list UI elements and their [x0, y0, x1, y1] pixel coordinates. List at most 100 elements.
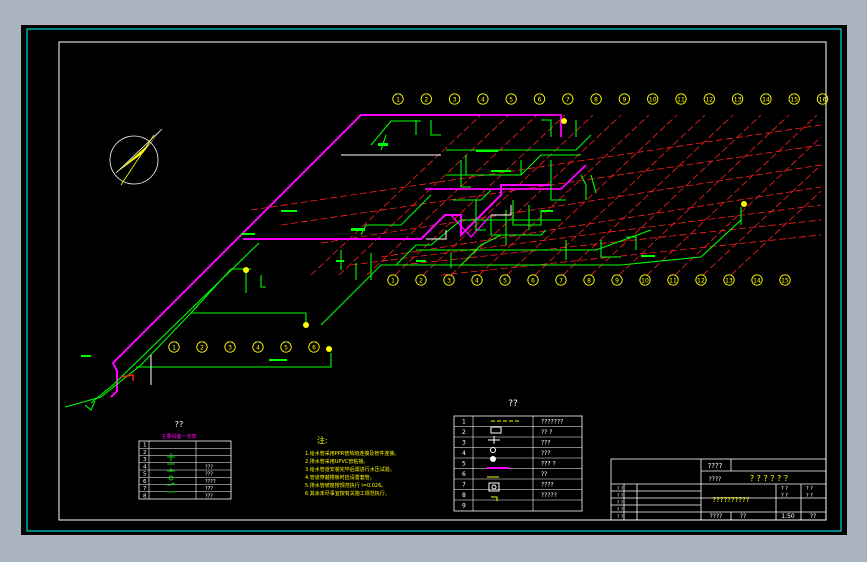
bottom-axis-bubble: 8	[583, 274, 595, 286]
equipment-row-no: 1	[143, 443, 147, 449]
symbol-row-desc: ??? ?	[541, 461, 556, 468]
bottom-axis-bubble-label: 1	[391, 278, 395, 285]
symbol-row-no: 9	[462, 503, 466, 510]
top-axis-bubble-label: 8	[594, 97, 598, 104]
top-axis-bubble-label: 7	[566, 97, 570, 104]
bottom-axis-bubble: 6	[527, 274, 539, 286]
axis-line-diagonal	[366, 114, 538, 276]
notes-title: 注:	[317, 435, 328, 445]
top-axis-bubble-label: 3	[453, 97, 457, 104]
axis-line-diagonal	[450, 114, 622, 276]
drawing-sheet: 1 2 3 4 5 6 7 8 9 10 11 12 13 14 15 16 1 2 3 4 5 6 7 8 9 10 11 12 1…	[21, 25, 847, 535]
symbol-row-desc: ??	[541, 471, 547, 478]
title-block-small: ? ?	[781, 486, 788, 492]
equipment-row-no: 7	[143, 486, 147, 492]
axis-line-diagonal	[422, 114, 594, 276]
lower-axis-bubble-label: 2	[200, 345, 204, 352]
note-line: 3.给水管道安装完毕后需进行水压试验。	[305, 466, 395, 473]
lower-axis-bubble: 3	[224, 341, 236, 353]
title-block-row-label: ? ?	[617, 493, 624, 499]
top-axis-bubble: 15	[788, 93, 800, 105]
top-axis-bubble: 4	[477, 93, 489, 105]
branch-magenta-3	[481, 114, 562, 137]
top-axis-bubble-label: 10	[649, 97, 657, 104]
axis-line-row	[440, 234, 822, 276]
title-block-row-label: ? ?	[617, 500, 624, 506]
symbol-row-desc: ????	[541, 482, 554, 489]
drawing-name: ??????????	[712, 496, 749, 504]
bottom-axis-bubble: 7	[555, 274, 567, 286]
bottom-axis-bubble: 12	[695, 274, 707, 286]
axis-line-row	[350, 204, 822, 266]
lower-axis-bubble-label: 1	[172, 345, 176, 352]
lower-axis-bubble: 1	[168, 341, 180, 353]
equipment-row-name: ???	[205, 486, 213, 492]
title-block-row-label: ? ?	[617, 486, 624, 492]
drawing-label: ????	[709, 476, 722, 483]
lower-axis-bubble-label: 6	[312, 345, 316, 352]
top-axis-bubble: 1	[392, 93, 404, 105]
bottom-axis-bubble-label: 13	[725, 278, 733, 285]
project-name: ? ? ? ? ? ?	[750, 474, 788, 483]
lower-axis-bubbles: 1 2 3 4 5 6	[168, 341, 320, 353]
top-axis-bubble-label: 12	[705, 97, 713, 104]
equipment-row-name: ???	[205, 493, 213, 499]
bottom-axis-bubble-label: 12	[697, 278, 705, 285]
symbol-row-desc: ?????	[541, 492, 557, 499]
bottom-axis-bubble: 10	[639, 274, 651, 286]
top-axis-bubble: 9	[618, 93, 631, 105]
axis-line-diagonal	[534, 114, 706, 276]
equipment-row-no: 3	[143, 457, 147, 463]
bottom-axis-bubble: 1	[387, 274, 399, 286]
axis-line-row	[250, 124, 822, 211]
note-line: 2.排水管采用UPVC管粘接。	[305, 458, 368, 465]
symbol-row-desc: ?? ?	[541, 429, 552, 436]
lower-axis-bubble: 2	[196, 341, 208, 353]
symbol-row-no: 4	[462, 450, 466, 457]
symbol-row-no: 6	[462, 471, 466, 478]
bottom-axis-bubble-label: 5	[503, 278, 507, 285]
top-axis-bubble: 3	[448, 93, 461, 105]
bottom-axis-bubble: 2	[415, 274, 427, 286]
top-axis-bubble: 7	[562, 93, 574, 105]
axis-line-diagonal	[674, 136, 822, 276]
bottom-axis-bubble-label: 2	[419, 278, 423, 285]
symbol-row-no: 2	[462, 429, 466, 436]
equipment-legend-subtitle: 主要设备一览表	[161, 433, 196, 440]
equipment-row-no: 2	[143, 450, 147, 456]
symbol-row-no: 8	[462, 492, 466, 499]
main-riser-magenta	[110, 114, 481, 398]
axis-line-row	[400, 219, 822, 266]
equipment-row-no: 4	[143, 464, 147, 470]
top-axis-bubble-label: 2	[424, 97, 428, 104]
symbol-row-no: 1	[462, 419, 466, 426]
bottom-axis-bubble: 13	[723, 274, 735, 286]
equipment-row-no: 6	[143, 479, 147, 485]
note-line: 6.其余未尽事宜按有关施工规范执行。	[305, 490, 390, 497]
note-line: 1.给水管采用PPR管热熔连接及管件连接。	[305, 450, 399, 457]
pipe-system	[64, 114, 747, 411]
top-axis-bubble-label: 16	[819, 97, 827, 104]
lower-axis-bubble: 4	[252, 341, 264, 353]
bottom-axis-bubble-label: 8	[587, 278, 591, 285]
symbol-row-no: 5	[462, 461, 466, 468]
equipment-symbols	[167, 453, 176, 493]
equipment-legend: ?? 主要设备一览表 1234 ??? 5 ??? 6 ???? 7 ??? 8???	[138, 420, 232, 500]
axis-line-diagonal	[618, 114, 790, 276]
bottom-axis-bubble-label: 9	[615, 278, 619, 285]
title-block-small: ? ?	[781, 493, 788, 499]
top-axis-bubble: 8	[590, 93, 602, 105]
top-axis-bubble-label: 1	[396, 97, 400, 104]
equipment-legend-title: ??	[175, 420, 184, 429]
note-line: 5.排水管坡度按规范执行 i=0.026。	[305, 482, 386, 489]
equipment-row-no: 8	[143, 493, 147, 499]
bottom-axis-bubble-label: 3	[447, 278, 451, 285]
scale-label: ????	[710, 513, 723, 520]
top-axis-bubble: 2	[420, 93, 432, 105]
title-block-small: ? ?	[806, 493, 813, 499]
title-block-row-label: ? ?	[617, 507, 624, 513]
symbol-row-desc: ???	[541, 440, 551, 447]
top-axis-bubble: 10	[647, 93, 659, 105]
bottom-axis-bubble: 4	[471, 274, 483, 286]
symbol-row-desc: ???????	[541, 419, 563, 426]
